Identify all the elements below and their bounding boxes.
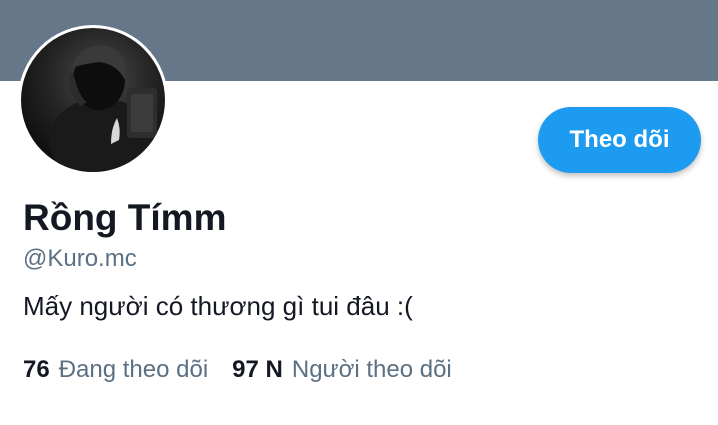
following-stat[interactable]: 76 Đang theo dõi <box>23 353 208 387</box>
avatar-photo <box>49 45 157 172</box>
profile-stats: 76 Đang theo dõi 97 N Người theo dõi <box>23 353 452 387</box>
following-label: Đang theo dõi <box>58 356 209 383</box>
followers-label: Người theo dõi <box>291 356 452 383</box>
profile-bio: Mấy người có thương gì tui đâu :( <box>23 291 413 321</box>
user-handle: @Kuro.mc <box>23 245 137 272</box>
followers-stat[interactable]: 97 N Người theo dõi <box>232 353 452 387</box>
followers-count: 97 N <box>232 356 283 383</box>
avatar[interactable] <box>18 25 168 175</box>
follow-button[interactable]: Theo dõi <box>538 107 701 173</box>
display-name: Rồng Tímm <box>23 197 227 238</box>
following-count: 76 <box>23 356 50 383</box>
